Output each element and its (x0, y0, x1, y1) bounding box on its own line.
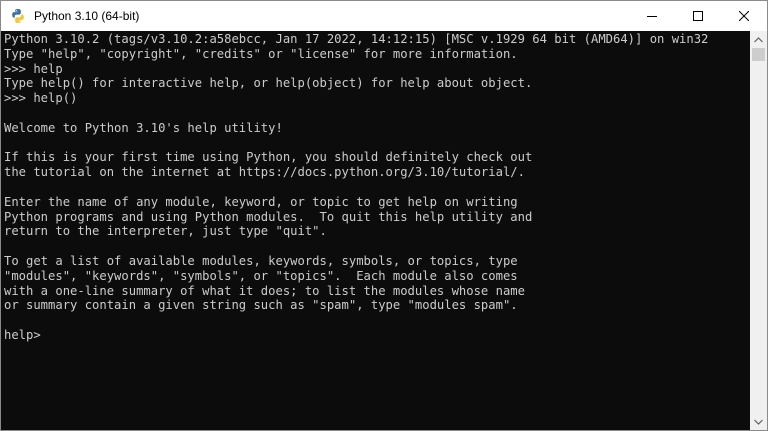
console-text[interactable]: Python 3.10.2 (tags/v3.10.2:a58ebcc, Jan… (1, 31, 750, 343)
minimize-button[interactable] (629, 1, 675, 31)
scroll-down-arrow-icon (754, 419, 763, 425)
console-window: Python 3.10 (64-bit) Python 3.10.2 (tags… (0, 0, 768, 431)
window-title: Python 3.10 (64-bit) (34, 9, 140, 23)
console-line: >>> help (4, 61, 63, 76)
console-line: Python programs and using Python modules… (4, 209, 533, 224)
title-bar[interactable]: Python 3.10 (64-bit) (1, 1, 767, 31)
console-line: Type help() for interactive help, or hel… (4, 76, 533, 91)
help-prompt[interactable]: help> (4, 328, 48, 342)
vertical-scrollbar[interactable] (750, 31, 767, 430)
close-button[interactable] (721, 1, 767, 31)
console-line: the tutorial on the internet at https://… (4, 165, 525, 180)
minimize-icon (647, 16, 657, 17)
scroll-thumb[interactable] (752, 48, 765, 61)
console-line: "modules", "keywords", "symbols", or "to… (4, 268, 518, 283)
console-line: To get a list of available modules, keyw… (4, 253, 518, 268)
maximize-button[interactable] (675, 1, 721, 31)
python-icon[interactable] (10, 8, 26, 24)
console-line: with a one-line summary of what it does;… (4, 283, 525, 298)
close-icon (739, 11, 749, 21)
maximize-icon (693, 11, 703, 21)
console-output-area[interactable]: Python 3.10.2 (tags/v3.10.2:a58ebcc, Jan… (1, 31, 750, 430)
console-line: Python 3.10.2 (tags/v3.10.2:a58ebcc, Jan… (4, 32, 709, 46)
console-line: Type "help", "copyright", "credits" or "… (4, 46, 518, 61)
console-line: Enter the name of any module, keyword, o… (4, 194, 518, 209)
scroll-up-button[interactable] (750, 31, 767, 48)
console-line: return to the interpreter, just type "qu… (4, 224, 327, 239)
scroll-up-arrow-icon (754, 36, 763, 42)
console-line: Welcome to Python 3.10's help utility! (4, 120, 283, 135)
console-line: or summary contain a given string such a… (4, 298, 518, 313)
scroll-down-button[interactable] (750, 413, 767, 430)
console-line: >>> help() (4, 91, 78, 106)
console-line: If this is your first time using Python,… (4, 150, 533, 165)
